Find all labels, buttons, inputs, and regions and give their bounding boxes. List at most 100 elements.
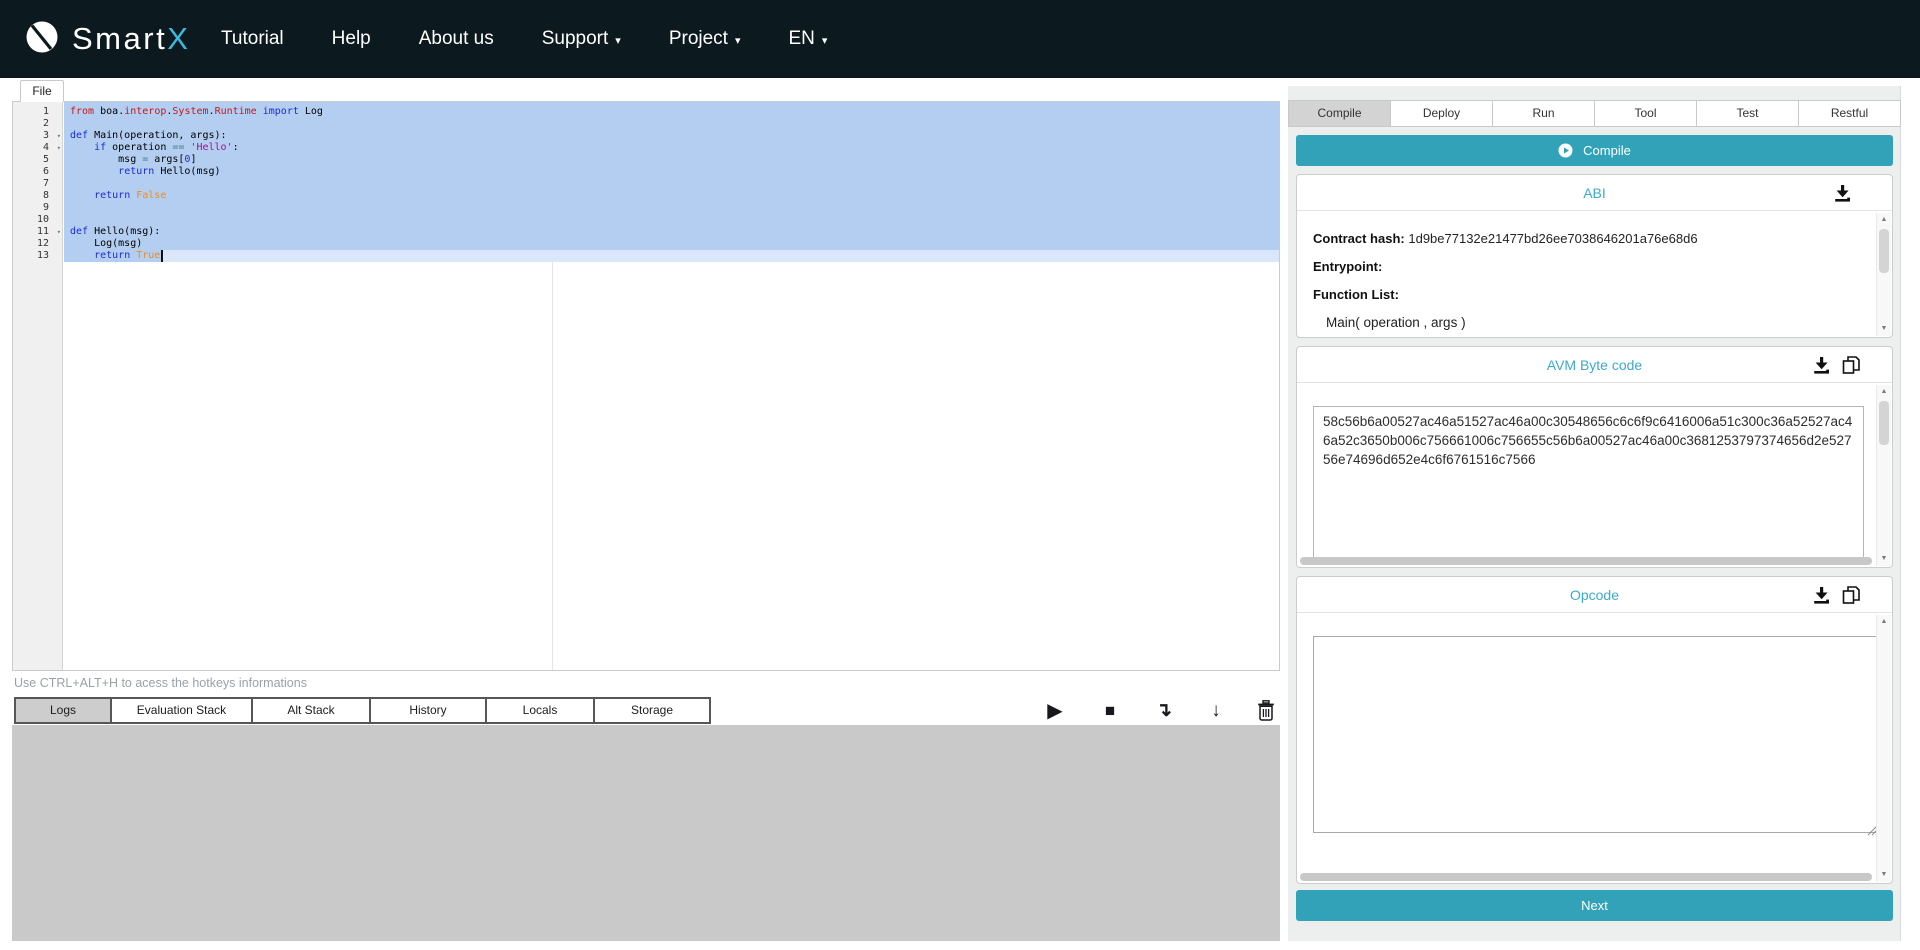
code-line[interactable] [70, 178, 1279, 190]
nav-item-tutorial[interactable]: Tutorial [221, 28, 284, 50]
avm-title: AVM Byte code [1546, 357, 1643, 373]
nav-item-label: Project [668, 28, 728, 49]
debug-tab-locals[interactable]: Locals [485, 697, 595, 724]
debug-tab-evaluation-stack[interactable]: Evaluation Stack [110, 697, 253, 724]
nav-item-about-us[interactable]: About us [419, 28, 494, 50]
brand[interactable]: SmartX [24, 0, 188, 78]
hotkey-hint: Use CTRL+ALT+H to acess the hotkeys info… [14, 676, 307, 690]
smartx-app: SmartX Tutorial Help About us Support ▾ Proje… [0, 0, 1920, 950]
nav-item-project[interactable]: Project ▾ [669, 28, 741, 50]
caret-down-icon: ▾ [821, 34, 828, 47]
scroll-down-icon[interactable]: ▼ [1877, 322, 1891, 336]
opcode-textarea[interactable] [1313, 636, 1878, 833]
text-cursor [161, 250, 163, 262]
caret-down-icon: ▾ [734, 34, 741, 47]
gutter-line-number: 6 [42, 166, 49, 177]
step-over-icon[interactable]: ↴ [1150, 697, 1178, 724]
code-line[interactable]: from boa.interop.System.Runtime import L… [70, 106, 1279, 118]
code-line[interactable] [70, 118, 1279, 130]
code-line[interactable]: return Hello(msg) [70, 166, 1279, 178]
opcode-card: Opcode ▲ ▼ [1296, 576, 1893, 884]
code-line[interactable]: if operation == 'Hello': [70, 142, 1279, 154]
scroll-up-icon[interactable]: ▲ [1877, 615, 1891, 629]
debug-toolbar: Logs Evaluation Stack Alt Stack History Loca… [12, 697, 1280, 724]
panel-tab-run[interactable]: Run [1492, 100, 1595, 127]
nav-item-en[interactable]: EN ▾ [788, 28, 827, 50]
contract-hash-label: Contract hash: [1313, 231, 1405, 246]
stop-icon[interactable]: ■ [1096, 697, 1124, 724]
next-button[interactable]: Next [1296, 890, 1893, 921]
function-signature: Main( operation , args ) [1326, 315, 1466, 330]
avm-hscrollbar[interactable] [1300, 557, 1872, 565]
gutter-line-number: 1 [42, 106, 49, 117]
step-into-icon[interactable]: ↓ [1202, 697, 1230, 724]
code-line[interactable] [70, 214, 1279, 226]
debug-tab-storage[interactable]: Storage [593, 697, 711, 724]
panel-tab-compile[interactable]: Compile [1288, 100, 1391, 127]
copy-icon[interactable] [1841, 585, 1861, 605]
fold-caret-icon[interactable]: ▾ [57, 131, 61, 141]
code-line[interactable] [70, 202, 1279, 214]
code-line[interactable]: return False [70, 190, 1279, 202]
gutter-line-number: 9 [42, 202, 49, 213]
copy-icon[interactable] [1841, 355, 1861, 375]
download-icon[interactable] [1811, 355, 1831, 375]
code-line[interactable]: def Main(operation, args): [70, 130, 1279, 142]
file-tab[interactable]: File [20, 80, 64, 102]
opcode-body: ▲ ▼ [1297, 614, 1892, 883]
fold-caret-icon[interactable]: ▾ [57, 227, 61, 237]
gutter-line-number: 11 ▾ [36, 226, 61, 237]
nav-item-label: Tutorial [221, 28, 284, 49]
abi-title: ABI [1583, 185, 1606, 201]
gutter-line-number: 4 ▾ [42, 142, 61, 153]
download-icon[interactable] [1811, 585, 1831, 605]
scroll-up-icon[interactable]: ▲ [1877, 385, 1891, 399]
panel-tab-deploy[interactable]: Deploy [1390, 100, 1493, 127]
clear-logs-icon[interactable] [1252, 697, 1280, 724]
contract-hash-value: 1d9be77132e21477bd26ee7038646201a76e68d6 [1408, 231, 1698, 246]
panel-tab-test[interactable]: Test [1696, 100, 1799, 127]
panel-tab-restful[interactable]: Restful [1798, 100, 1901, 127]
opcode-hscrollbar[interactable] [1300, 873, 1872, 881]
download-icon[interactable] [1832, 183, 1852, 203]
avm-scrollbar[interactable]: ▲ ▼ [1876, 385, 1891, 566]
entrypoint-label: Entrypoint: [1313, 259, 1383, 274]
fold-caret-icon[interactable]: ▾ [57, 143, 61, 153]
avm-card: AVM Byte code 58c56b6a00527ac46a51527ac4… [1296, 346, 1893, 568]
brand-logo-icon [24, 19, 60, 60]
code-editor[interactable]: 1 2 3 ▾ 4 ▾ 5 6 7 8 9 10 11 ▾ 12 13 from boa.interop.Sy… [12, 101, 1280, 671]
gutter-line-number: 12 [36, 238, 49, 249]
gutter-line-number: 3 ▾ [42, 130, 61, 141]
abi-scrollbar[interactable]: ▲ ▼ [1876, 213, 1891, 336]
run-icon[interactable]: ▶ [1041, 697, 1069, 724]
opcode-title: Opcode [1569, 587, 1620, 603]
debug-tabs: Logs Evaluation Stack Alt Stack History Loca… [14, 697, 711, 724]
debug-tab-alt-stack[interactable]: Alt Stack [251, 697, 371, 724]
brand-name: SmartX [72, 21, 188, 56]
scroll-down-icon[interactable]: ▼ [1877, 552, 1891, 566]
code-lines: from boa.interop.System.Runtime import L… [64, 106, 1279, 262]
debug-tab-logs[interactable]: Logs [14, 697, 112, 724]
logs-panel[interactable] [12, 725, 1280, 941]
opcode-scrollbar[interactable]: ▲ ▼ [1876, 615, 1891, 882]
scroll-up-icon[interactable]: ▲ [1877, 213, 1891, 227]
compile-panel: Compile Deploy Run Tool Test Restful Compile … [1288, 86, 1901, 941]
panel-tab-tool[interactable]: Tool [1594, 100, 1697, 127]
nav-item-label: Support [541, 28, 609, 49]
nav-item-label: EN [788, 28, 815, 49]
avm-body: 58c56b6a00527ac46a51527ac46a00c30548656c… [1297, 384, 1892, 567]
play-circle-icon [1558, 143, 1573, 158]
debug-tab-history[interactable]: History [369, 697, 487, 724]
gutter-line-number: 7 [42, 178, 49, 189]
code-line[interactable]: Log(msg) [70, 238, 1279, 250]
navbar: SmartX Tutorial Help About us Support ▾ Proje… [0, 0, 1920, 78]
avm-bytecode-box[interactable]: 58c56b6a00527ac46a51527ac46a00c30548656c… [1313, 406, 1864, 558]
nav-item-help[interactable]: Help [332, 28, 371, 50]
code-line[interactable]: def Hello(msg): [70, 226, 1279, 238]
scroll-down-icon[interactable]: ▼ [1877, 868, 1891, 882]
code-line[interactable]: msg = args[0] [70, 154, 1279, 166]
code-pane[interactable]: from boa.interop.System.Runtime import L… [64, 102, 1279, 670]
nav-item-support[interactable]: Support ▾ [542, 28, 621, 50]
compile-button[interactable]: Compile [1296, 135, 1893, 166]
code-line[interactable]: return True [70, 250, 1279, 262]
